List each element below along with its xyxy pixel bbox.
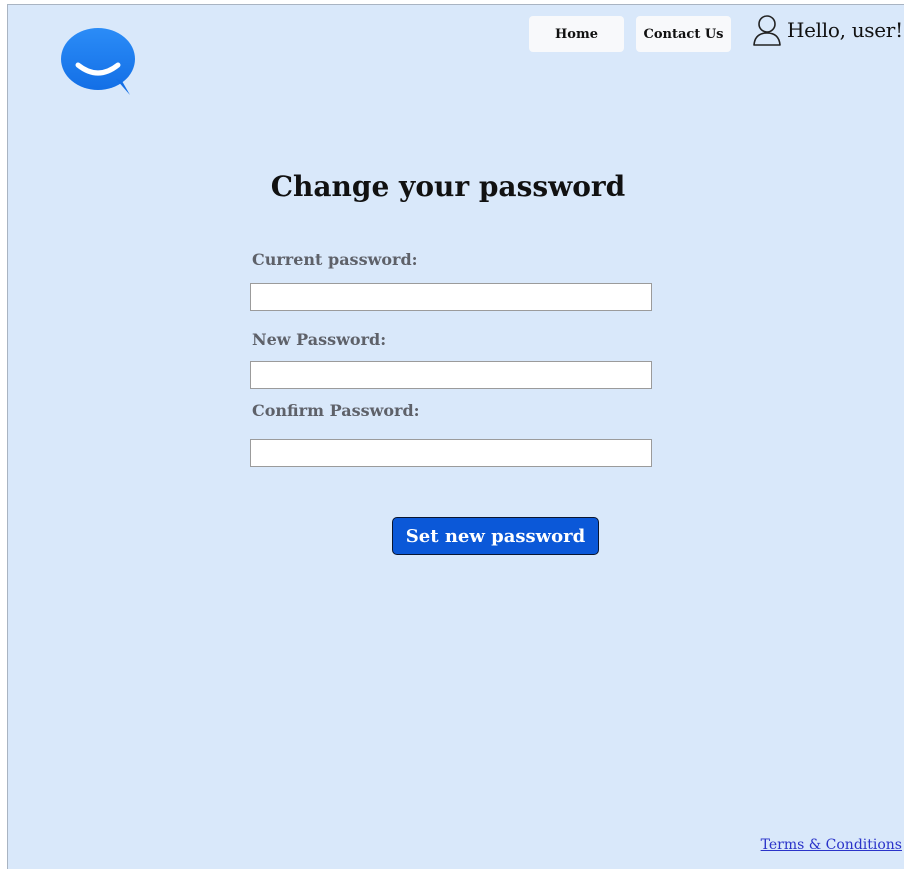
set-new-password-button[interactable]: Set new password bbox=[392, 517, 599, 555]
terms-and-conditions-link[interactable]: Terms & Conditions bbox=[761, 837, 902, 853]
user-menu[interactable]: Hello, user! bbox=[752, 14, 903, 46]
new-password-label: New Password: bbox=[252, 330, 387, 349]
page-title: Change your password bbox=[270, 170, 626, 203]
home-button[interactable]: Home bbox=[529, 16, 624, 52]
new-password-input[interactable] bbox=[250, 361, 652, 389]
user-greeting: Hello, user! bbox=[787, 18, 903, 42]
confirm-password-label: Confirm Password: bbox=[252, 401, 420, 420]
user-icon bbox=[753, 15, 781, 46]
chat-bubble-logo-icon[interactable] bbox=[60, 27, 140, 99]
current-password-label: Current password: bbox=[252, 250, 418, 269]
contact-us-button[interactable]: Contact Us bbox=[636, 16, 731, 52]
current-password-input[interactable] bbox=[250, 283, 652, 311]
page: Home Contact Us Hello, user! Change your… bbox=[7, 4, 904, 869]
confirm-password-input[interactable] bbox=[250, 439, 652, 467]
